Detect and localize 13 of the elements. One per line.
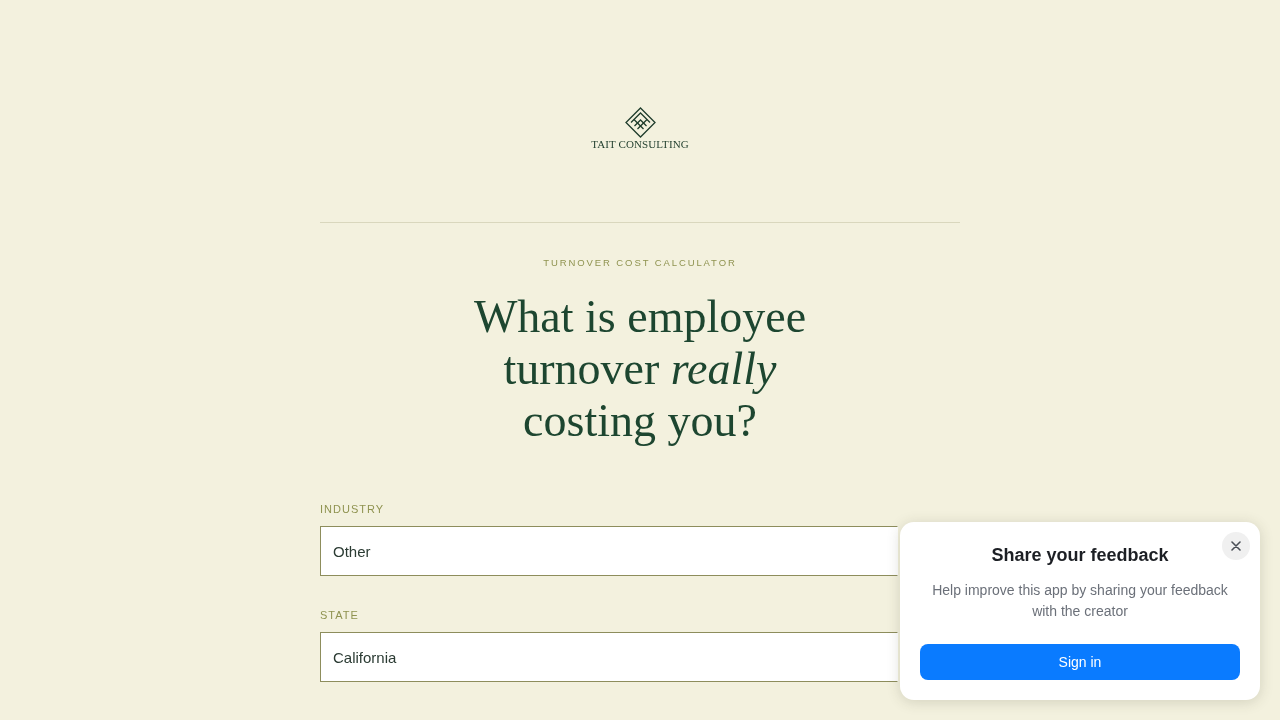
field-label: STATE: [320, 608, 359, 623]
popup-title: Share your feedback: [991, 544, 1169, 567]
eyebrow-text: TURNOVER COST CALCULATOR: [543, 257, 737, 269]
popup-description: Help improve this app by sharing your feedback with the creator: [931, 581, 1229, 621]
input-field[interactable]: California: [320, 632, 898, 682]
close-icon: [1231, 541, 1241, 551]
diamond-logo-icon: [624, 107, 656, 138]
close-button[interactable]: [1222, 532, 1250, 560]
input-field[interactable]: Other: [320, 526, 898, 576]
logo-text: TAIT CONSULTING: [591, 138, 689, 150]
field-label: INDUSTRY: [320, 502, 385, 517]
sign-in-button[interactable]: Sign in: [920, 644, 1240, 680]
page-heading: What is employee turnover really costing you?: [473, 291, 807, 447]
